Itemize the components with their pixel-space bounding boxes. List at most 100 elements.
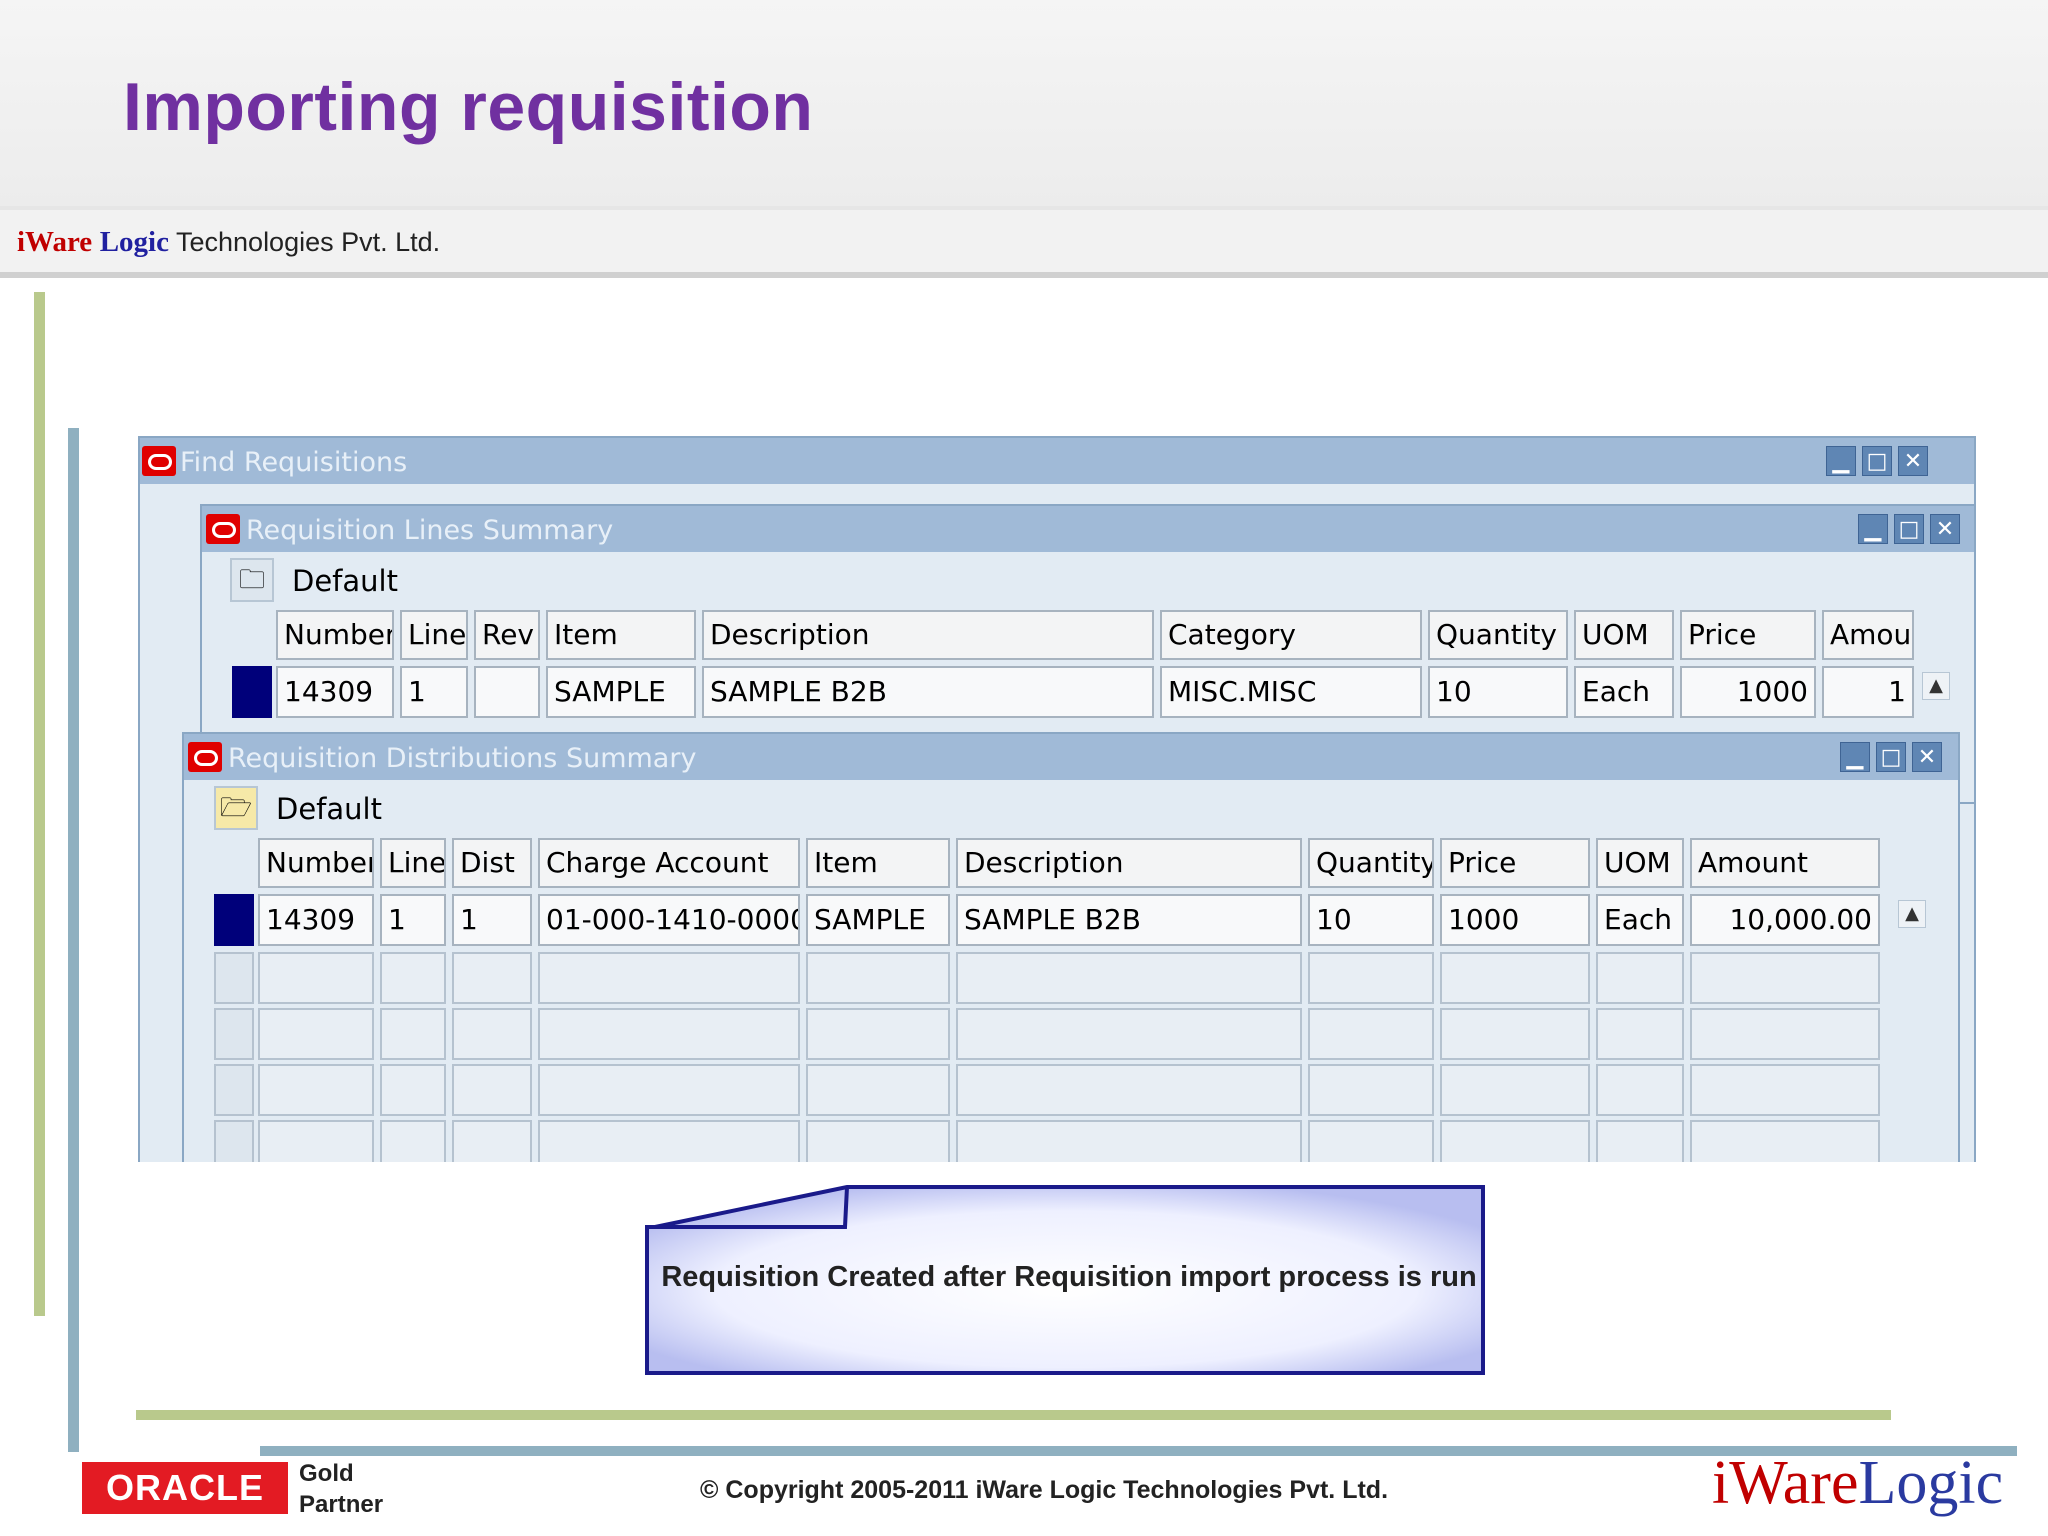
folder-icon[interactable]: 🗀 [230, 558, 274, 602]
empty-cell[interactable] [380, 1008, 446, 1060]
empty-cell[interactable] [1596, 1120, 1684, 1162]
dist-cell-dist[interactable]: 1 [452, 894, 532, 946]
empty-cell[interactable] [538, 1120, 800, 1162]
brand-iware: iWare [1712, 1449, 1859, 1517]
empty-cell[interactable] [806, 1064, 950, 1116]
empty-cell[interactable] [1690, 1008, 1880, 1060]
empty-cell[interactable] [538, 952, 800, 1004]
empty-cell[interactable] [1308, 1120, 1434, 1162]
empty-cell[interactable] [1308, 1064, 1434, 1116]
row-selector[interactable] [214, 952, 254, 1004]
close-icon[interactable]: ✕ [1898, 446, 1928, 476]
minimize-icon[interactable]: ▁ [1840, 742, 1870, 772]
dist-cell-number[interactable]: 14309 [258, 894, 374, 946]
empty-cell[interactable] [1440, 952, 1590, 1004]
copyright-notice: © Copyright 2005-2011 iWare Logic Techno… [700, 1476, 1389, 1504]
find-requisitions-titlebar[interactable]: Find Requisitions ▁ □ ✕ [140, 438, 1974, 484]
empty-cell[interactable] [806, 952, 950, 1004]
empty-cell[interactable] [452, 1008, 532, 1060]
scroll-up-icon[interactable]: ▲ [1922, 672, 1950, 700]
close-icon[interactable]: ✕ [1930, 514, 1960, 544]
empty-cell[interactable] [452, 1120, 532, 1162]
row-selector[interactable] [214, 1064, 254, 1116]
empty-cell[interactable] [1690, 952, 1880, 1004]
find-requisitions-title: Find Requisitions [180, 447, 408, 478]
empty-cell[interactable] [1440, 1008, 1590, 1060]
dist-col-price: Price [1440, 838, 1590, 888]
maximize-icon[interactable]: □ [1894, 514, 1924, 544]
empty-cell[interactable] [380, 1064, 446, 1116]
lines-col-price: Price [1680, 610, 1816, 660]
lines-col-number: Number [276, 610, 394, 660]
dist-titlebar[interactable]: Requisition Distributions Summary ▁ □ ✕ [184, 734, 1958, 780]
dist-window-title: Requisition Distributions Summary [228, 743, 697, 774]
empty-cell[interactable] [956, 1120, 1302, 1162]
lines-cell-amount[interactable]: 1 [1822, 666, 1914, 718]
empty-cell[interactable] [1596, 952, 1684, 1004]
close-icon[interactable]: ✕ [1912, 742, 1942, 772]
empty-cell[interactable] [956, 1008, 1302, 1060]
row-selector[interactable] [214, 1008, 254, 1060]
empty-cell[interactable] [1440, 1064, 1590, 1116]
minimize-icon[interactable]: ▁ [1858, 514, 1888, 544]
lines-col-category: Category [1160, 610, 1422, 660]
company-logic: Logic [99, 226, 169, 258]
dist-col-dist: Dist [452, 838, 532, 888]
scroll-up-icon[interactable]: ▲ [1898, 900, 1926, 928]
dist-cell-price[interactable]: 1000 [1440, 894, 1590, 946]
iwarelogic-logo: iWareLogic [1712, 1448, 2003, 1519]
row-selector[interactable] [214, 1120, 254, 1162]
lines-cell-uom[interactable]: Each [1574, 666, 1674, 718]
empty-cell[interactable] [1690, 1064, 1880, 1116]
empty-cell[interactable] [1596, 1008, 1684, 1060]
dist-cell-quantity[interactable]: 10 [1308, 894, 1434, 946]
empty-cell[interactable] [956, 1064, 1302, 1116]
empty-cell[interactable] [1308, 1008, 1434, 1060]
empty-cell[interactable] [1440, 1120, 1590, 1162]
decor-bar-green [34, 292, 45, 1316]
lines-titlebar[interactable]: Requisition Lines Summary ▁ □ ✕ [202, 506, 1974, 552]
empty-cell[interactable] [806, 1008, 950, 1060]
empty-cell[interactable] [258, 952, 374, 1004]
empty-cell[interactable] [380, 952, 446, 1004]
company-rest: Technologies Pvt. Ltd. [168, 227, 441, 257]
minimize-icon[interactable]: ▁ [1826, 446, 1856, 476]
row-selector[interactable] [214, 894, 254, 946]
empty-cell[interactable] [258, 1064, 374, 1116]
lines-col-uom: UOM [1574, 610, 1674, 660]
empty-cell[interactable] [538, 1008, 800, 1060]
empty-cell[interactable] [956, 952, 1302, 1004]
maximize-icon[interactable]: □ [1876, 742, 1906, 772]
row-selector[interactable] [232, 666, 272, 718]
oracle-o-icon [142, 446, 176, 476]
dist-cell-description[interactable]: SAMPLE B2B [956, 894, 1302, 946]
lines-cell-line[interactable]: 1 [400, 666, 468, 718]
dist-cell-uom[interactable]: Each [1596, 894, 1684, 946]
empty-cell[interactable] [452, 1064, 532, 1116]
dist-cell-line[interactable]: 1 [380, 894, 446, 946]
lines-cell-quantity[interactable]: 10 [1428, 666, 1568, 718]
empty-cell[interactable] [452, 952, 532, 1004]
empty-cell[interactable] [1308, 952, 1434, 1004]
empty-cell[interactable] [380, 1120, 446, 1162]
empty-cell[interactable] [538, 1064, 800, 1116]
empty-cell[interactable] [258, 1120, 374, 1162]
lines-cell-number[interactable]: 14309 [276, 666, 394, 718]
gold-label: Gold [299, 1460, 354, 1487]
dist-cell-amount[interactable]: 10,000.00 [1690, 894, 1880, 946]
dist-cell-charge-account[interactable]: 01-000-1410-0000- [538, 894, 800, 946]
dist-col-quantity: Quantity [1308, 838, 1434, 888]
lines-cell-category[interactable]: MISC.MISC [1160, 666, 1422, 718]
lines-cell-price[interactable]: 1000 [1680, 666, 1816, 718]
empty-cell[interactable] [806, 1120, 950, 1162]
empty-cell[interactable] [1690, 1120, 1880, 1162]
empty-cell[interactable] [1596, 1064, 1684, 1116]
lines-cell-description[interactable]: SAMPLE B2B [702, 666, 1154, 718]
dist-cell-item[interactable]: SAMPLE [806, 894, 950, 946]
callout-text: Requisition Created after Requisition im… [661, 1261, 1477, 1293]
lines-cell-rev[interactable] [474, 666, 540, 718]
empty-cell[interactable] [258, 1008, 374, 1060]
open-folder-icon[interactable]: 🗁 [214, 786, 258, 830]
maximize-icon[interactable]: □ [1862, 446, 1892, 476]
lines-cell-item[interactable]: SAMPLE [546, 666, 696, 718]
